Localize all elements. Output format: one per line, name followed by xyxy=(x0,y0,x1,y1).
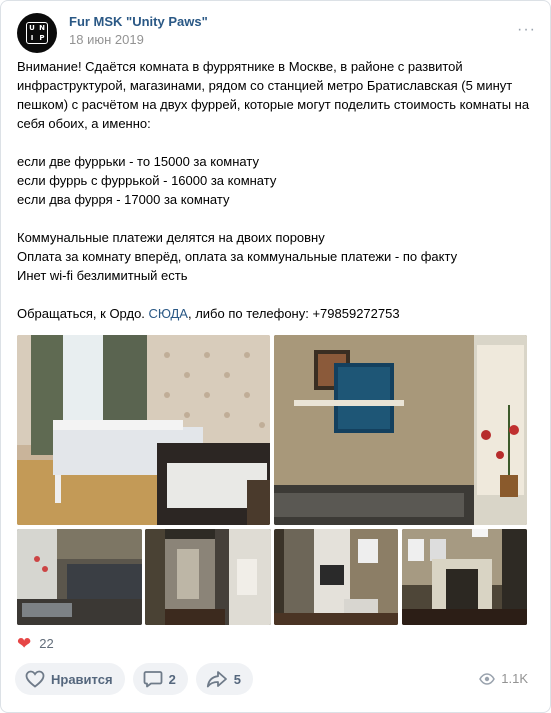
group-avatar[interactable]: U N I P xyxy=(17,13,57,53)
share-button[interactable]: 5 xyxy=(195,663,254,695)
comment-button[interactable]: 2 xyxy=(132,663,188,695)
logo-letter: N xyxy=(39,24,45,32)
contact-link[interactable]: СЮДА xyxy=(149,306,188,321)
heart-icon: ❤ xyxy=(17,633,32,653)
comment-count: 2 xyxy=(168,671,176,687)
post-actions: Нравится 2 5 xyxy=(15,663,254,695)
post-card: U N I P Fur MSK "Unity Paws" 18 июн 2019… xyxy=(0,0,551,713)
post-text: Внимание! Сдаётся комната в фуррятнике в… xyxy=(17,57,537,323)
post-author[interactable]: Fur MSK "Unity Paws" xyxy=(69,14,208,29)
photo-bedroom[interactable] xyxy=(17,335,270,525)
photo-hallway[interactable] xyxy=(145,529,271,625)
logo-letter: I xyxy=(30,34,34,42)
views-counter: 1.1K xyxy=(479,671,528,686)
post-paragraph-3: Коммунальные платежи делятся на двоих по… xyxy=(17,230,458,283)
contact-prefix: Обращаться, к Ордо. xyxy=(17,306,149,321)
more-options-icon[interactable]: ··· xyxy=(517,21,536,39)
views-count: 1.1K xyxy=(501,671,528,686)
like-button[interactable]: Нравится xyxy=(15,663,125,695)
post-paragraph-1: Внимание! Сдаётся комната в фуррятнике в… xyxy=(17,59,533,131)
reactions-row[interactable]: ❤ 22 xyxy=(17,633,54,653)
photo-kitchen[interactable] xyxy=(17,529,142,625)
unity-paws-logo: U N I P xyxy=(26,22,48,44)
post-date[interactable]: 18 июн 2019 xyxy=(69,32,144,47)
logo-letter: P xyxy=(39,34,45,42)
like-label: Нравится xyxy=(51,671,113,687)
logo-letter: U xyxy=(29,24,35,32)
heart-outline-icon xyxy=(25,670,45,688)
likes-count: 22 xyxy=(39,635,54,651)
photo-room-corner[interactable] xyxy=(274,335,527,525)
contact-suffix: , либо по телефону: +79859272753 xyxy=(187,306,400,321)
share-count: 5 xyxy=(233,671,242,687)
comment-icon xyxy=(143,671,162,688)
share-icon xyxy=(206,671,227,688)
eye-icon xyxy=(479,672,496,685)
post-paragraph-2: если две фуррьки - то 15000 за комнату е… xyxy=(17,154,277,207)
photo-doorway[interactable] xyxy=(274,529,398,625)
photo-corridor-mirror[interactable] xyxy=(402,529,527,625)
photo-grid xyxy=(17,335,527,625)
